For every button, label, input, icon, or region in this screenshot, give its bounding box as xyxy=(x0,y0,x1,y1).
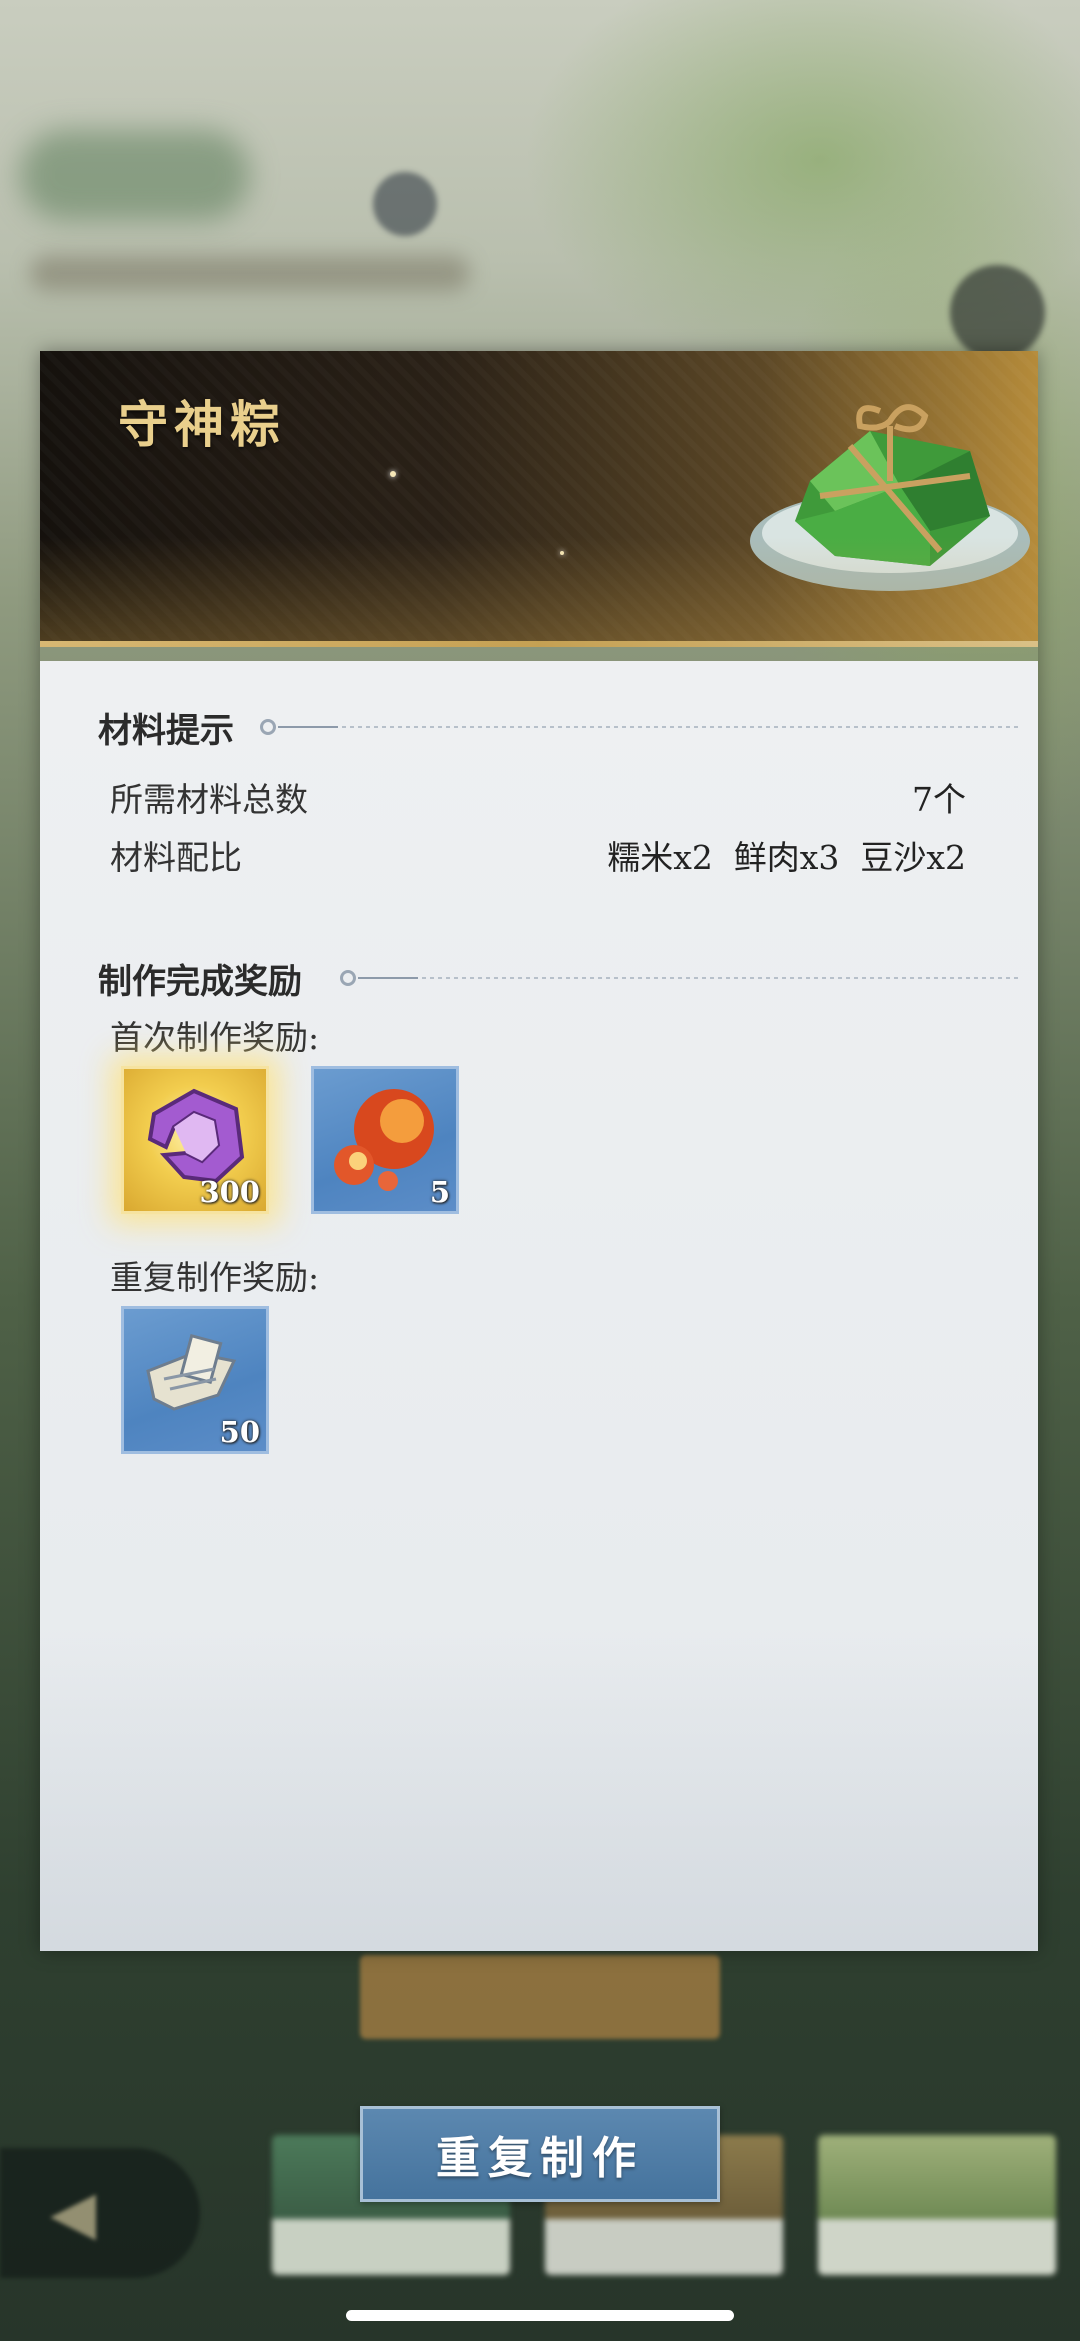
item-detail-dialog: 守神粽 材料提示 所需材料总数 7个 材料配比 糯米x2 鲜肉x3 豆沙x2 制… xyxy=(40,351,1038,2202)
knot-ornament-icon xyxy=(340,970,356,986)
background-thumb-3 xyxy=(818,2135,1056,2275)
reward-item-fire-orbs[interactable]: 5 xyxy=(311,1066,459,1214)
background-event-subtitle xyxy=(30,255,470,291)
material-ratio-label: 材料配比 xyxy=(110,838,242,877)
reward-count: 300 xyxy=(199,1175,260,1209)
section-divider xyxy=(260,719,1020,735)
background-corner-button xyxy=(950,265,1045,360)
background-help-icon xyxy=(373,172,437,236)
knot-ornament-icon xyxy=(260,719,276,735)
dialog-body: 材料提示 所需材料总数 7个 材料配比 糯米x2 鲜肉x3 豆沙x2 制作完成奖… xyxy=(40,661,1038,2202)
reward-item-scroll[interactable]: 50 xyxy=(121,1306,269,1454)
section-divider xyxy=(340,970,1020,986)
repeat-make-button[interactable]: 重复制作 xyxy=(360,2106,720,2202)
sparkle-icon xyxy=(560,551,564,555)
materials-heading: 材料提示 xyxy=(98,711,234,751)
background-make-button xyxy=(360,1955,720,2039)
repeat-make-button-label: 重复制作 xyxy=(436,2133,644,2184)
material-ratio-value: 糯米x2 鲜肉x3 豆沙x2 xyxy=(607,838,966,877)
home-indicator[interactable] xyxy=(346,2310,734,2321)
back-arrow-icon: ◀ xyxy=(50,2178,97,2248)
rewards-heading: 制作完成奖励 xyxy=(98,962,302,1002)
sparkle-icon xyxy=(390,471,396,477)
item-title: 守神粽 xyxy=(118,395,286,454)
reward-count: 5 xyxy=(429,1175,450,1209)
total-materials-label: 所需材料总数 xyxy=(110,780,308,819)
total-materials-value: 7个 xyxy=(912,780,966,819)
background-event-title xyxy=(20,130,250,220)
first-time-reward-label: 首次制作奖励: xyxy=(110,1018,320,1057)
reward-item-crest[interactable]: 300 xyxy=(121,1066,269,1214)
background-back-button: ◀ xyxy=(0,2148,200,2278)
reward-count: 50 xyxy=(219,1415,260,1449)
repeat-reward-label: 重复制作奖励: xyxy=(110,1258,320,1297)
zongzi-item-image xyxy=(750,404,1030,591)
header-divider xyxy=(40,641,1038,647)
dialog-header: 守神粽 xyxy=(40,351,1038,647)
